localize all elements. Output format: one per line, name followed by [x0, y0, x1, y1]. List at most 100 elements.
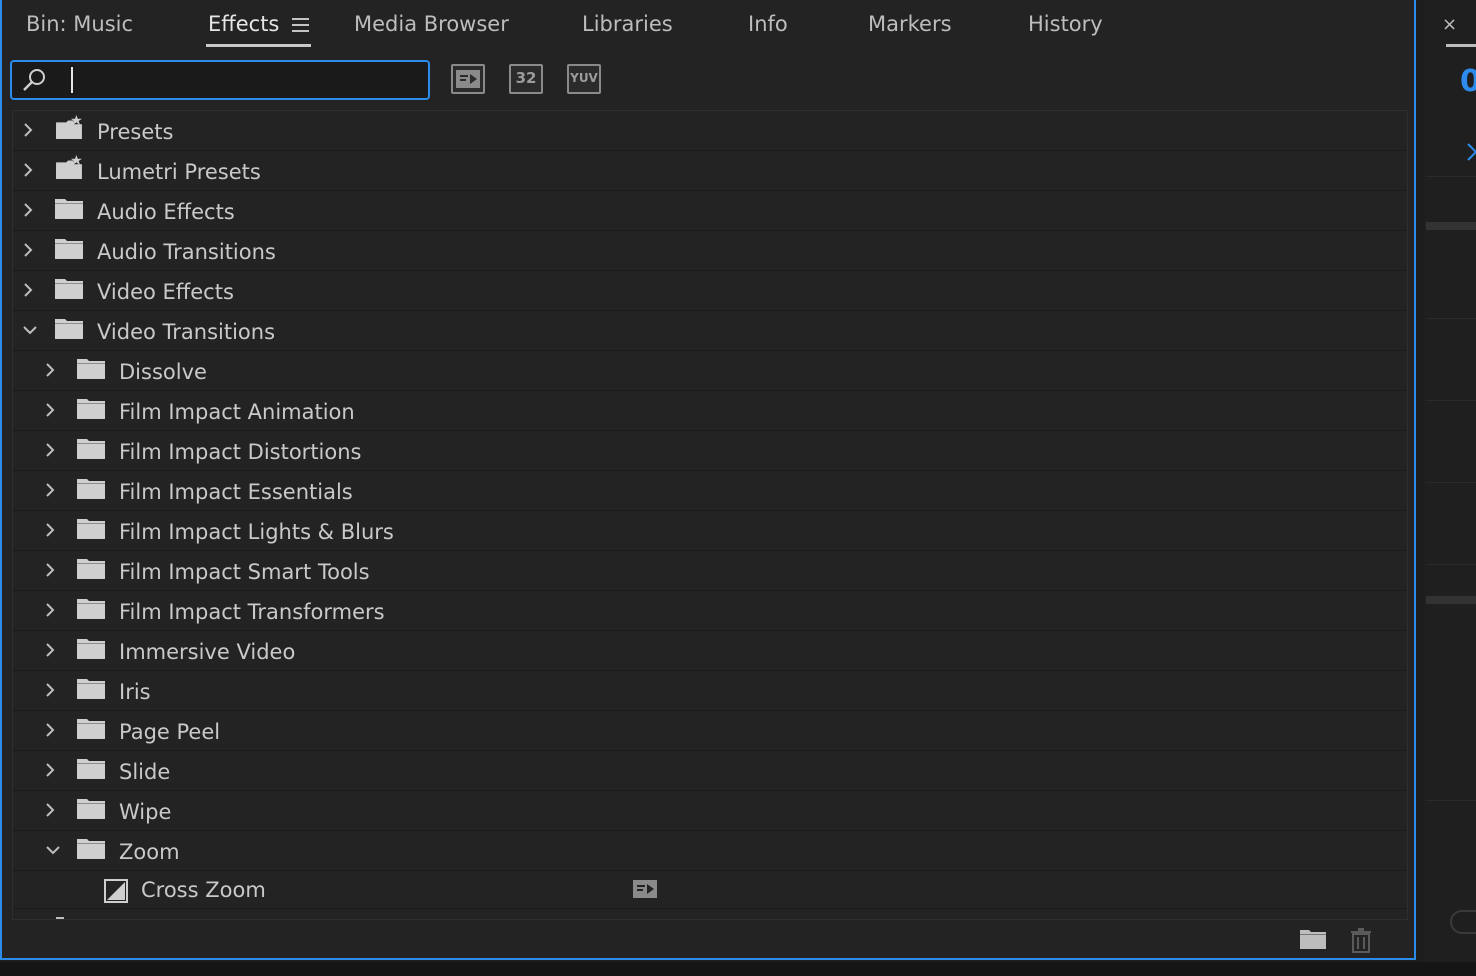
side-track-bar	[1426, 596, 1476, 604]
folder-icon	[55, 319, 83, 339]
folder-icon	[55, 199, 83, 219]
tab-info[interactable]: Info	[748, 12, 788, 36]
chevron-right-icon[interactable]	[43, 723, 57, 737]
tree-label: Cross Zoom	[141, 878, 266, 902]
tree-label: Film Impact Essentials	[119, 480, 353, 504]
tree-label: Film Impact Lights & Blurs	[119, 520, 394, 544]
tree-label: Presets	[97, 120, 174, 144]
tree-label: Film Impact Smart Tools	[119, 560, 370, 584]
tree-row-video-transitions[interactable]: Video Transitions	[13, 311, 1407, 351]
tab-libraries[interactable]: Libraries	[582, 12, 673, 36]
accelerated-effects-icon	[456, 70, 480, 88]
folder-icon	[77, 399, 105, 419]
chevron-right-icon[interactable]	[21, 283, 35, 297]
yuv-button[interactable]: YUV	[567, 64, 601, 94]
tree-row-slide[interactable]: Slide	[13, 751, 1407, 791]
tree-label: Video Transitions	[97, 320, 276, 344]
chevron-right-icon[interactable]	[43, 643, 57, 657]
accelerated-effects-icon	[633, 880, 657, 898]
folder-icon	[77, 359, 105, 379]
folder-icon	[77, 719, 105, 739]
side-track-bar	[1426, 222, 1476, 230]
chevron-right-icon[interactable]	[43, 403, 57, 417]
32-bit-button[interactable]: 32	[509, 64, 543, 94]
folder-icon	[77, 559, 105, 579]
32-bit-label: 32	[515, 69, 537, 87]
tree-label: Lumetri Presets	[97, 160, 261, 184]
tree-row-audio-transitions[interactable]: Audio Transitions	[13, 231, 1407, 271]
tree-row-dissolve[interactable]: Dissolve	[13, 351, 1407, 391]
folder-icon	[77, 479, 105, 499]
folder-icon	[77, 799, 105, 819]
tab-history[interactable]: History	[1028, 12, 1103, 36]
tree-label: Film Impact Animation	[119, 400, 355, 424]
panel-menu-icon[interactable]	[292, 18, 309, 32]
tree-row-cross-zoom[interactable]: Cross Zoom	[13, 871, 1407, 909]
chevron-right-icon[interactable]	[43, 683, 57, 697]
folder-icon	[55, 239, 83, 259]
tree-label: Slide	[119, 760, 171, 784]
accelerated-effects-button[interactable]	[451, 64, 485, 94]
tree-row-audio-effects[interactable]: Audio Effects	[13, 191, 1407, 231]
transition-icon	[104, 879, 128, 903]
search-icon	[23, 69, 45, 91]
tree-row-film-impact-smart-tools[interactable]: Film Impact Smart Tools	[13, 551, 1407, 591]
chevron-right-icon[interactable]	[43, 603, 57, 617]
tree-row-presets[interactable]: Presets	[13, 111, 1407, 151]
trash-icon[interactable]	[1350, 927, 1372, 953]
tree-label: Wipe	[119, 800, 172, 824]
new-bin-icon[interactable]	[1299, 928, 1327, 950]
side-divider	[1426, 482, 1476, 483]
folder-icon	[77, 519, 105, 539]
tree-row-film-impact-transformers[interactable]: Film Impact Transformers	[13, 591, 1407, 631]
tree-label: Audio Effects	[97, 200, 235, 224]
tree-row-lumetri-presets[interactable]: Lumetri Presets	[13, 151, 1407, 191]
chevron-down-icon[interactable]	[23, 323, 37, 337]
chevron-right-icon[interactable]	[43, 523, 57, 537]
chevron-right-icon[interactable]	[21, 123, 35, 137]
side-divider	[1426, 318, 1476, 319]
tree-label: Page Peel	[119, 720, 221, 744]
tree-row-film-impact-lights-blurs[interactable]: Film Impact Lights & Blurs	[13, 511, 1407, 551]
tree-row-zoom[interactable]: Zoom	[13, 831, 1407, 871]
chevron-right-icon[interactable]	[43, 563, 57, 577]
side-tab-indicator	[1446, 44, 1476, 47]
chevron-down-icon[interactable]	[46, 843, 60, 857]
tab-bin-music[interactable]: Bin: Music	[26, 12, 133, 36]
folder-icon	[55, 279, 83, 299]
preset-folder-icon	[56, 115, 82, 139]
effects-search-input[interactable]	[10, 60, 430, 100]
active-tab-indicator	[206, 44, 311, 47]
yuv-label: YUV	[570, 71, 598, 85]
side-scroll-handle[interactable]	[1450, 910, 1476, 934]
partial-row-indicator	[56, 917, 64, 919]
chevron-right-icon[interactable]	[43, 363, 57, 377]
tree-row-wipe[interactable]: Wipe	[13, 791, 1407, 831]
tree-row-film-impact-animation[interactable]: Film Impact Animation	[13, 391, 1407, 431]
tab-markers[interactable]: Markers	[868, 12, 952, 36]
preset-folder-icon	[56, 155, 82, 179]
tree-row-film-impact-essentials[interactable]: Film Impact Essentials	[13, 471, 1407, 511]
tree-row-page-peel[interactable]: Page Peel	[13, 711, 1407, 751]
folder-icon	[77, 639, 105, 659]
tree-row-video-effects[interactable]: Video Effects	[13, 271, 1407, 311]
tree-row-iris[interactable]: Iris	[13, 671, 1407, 711]
tab-media-browser[interactable]: Media Browser	[354, 12, 509, 36]
chevron-right-icon[interactable]	[21, 243, 35, 257]
tree-label: Film Impact Transformers	[119, 600, 385, 624]
tab-effects[interactable]: Effects	[208, 12, 279, 36]
playhead-icon	[1467, 143, 1476, 161]
chevron-right-icon[interactable]	[43, 443, 57, 457]
chevron-right-icon[interactable]	[43, 763, 57, 777]
effects-tree: Presets Lumetri Presets Audio Effects Au…	[12, 110, 1408, 920]
chevron-right-icon[interactable]	[21, 163, 35, 177]
close-icon[interactable]: ×	[1442, 14, 1457, 35]
chevron-right-icon[interactable]	[43, 483, 57, 497]
chevron-right-icon[interactable]	[21, 203, 35, 217]
tree-label: Dissolve	[119, 360, 207, 384]
side-divider	[1426, 564, 1476, 565]
chevron-right-icon[interactable]	[43, 803, 57, 817]
tree-row-film-impact-distortions[interactable]: Film Impact Distortions	[13, 431, 1407, 471]
tree-row-immersive-video[interactable]: Immersive Video	[13, 631, 1407, 671]
text-caret	[71, 67, 73, 93]
